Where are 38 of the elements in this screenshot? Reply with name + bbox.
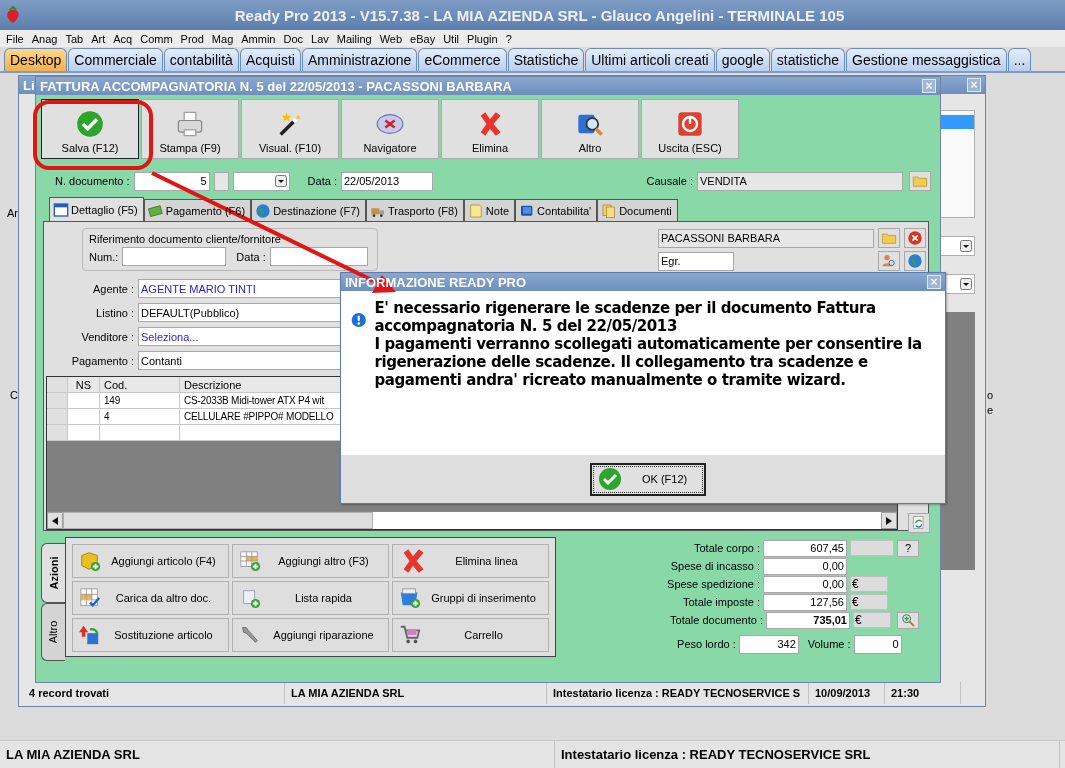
field-label: Causale :	[646, 175, 693, 187]
total-label: Spese spedizione :	[667, 578, 760, 590]
total-label: Totale imposte :	[682, 596, 760, 608]
total-label: Totale corpo :	[693, 542, 760, 554]
total-field: 607,45	[763, 539, 847, 557]
window-title: FATTURA ACCOMPAGNATORIA N. 5 del 22/05/2013 - PACASSONI BARBARA	[40, 78, 512, 94]
field-label: Venditore :	[80, 330, 134, 343]
table-cell: 149	[100, 393, 180, 408]
field-label: Num.:	[89, 250, 119, 263]
volume-field: 0	[853, 634, 902, 654]
currency-symbol: €	[850, 576, 888, 592]
field-label: Listino :	[95, 306, 134, 319]
field-label: Data :	[307, 175, 337, 187]
currency-symbol: €	[850, 594, 888, 610]
total-field: 0,00	[763, 557, 847, 575]
app-title: Ready Pro 2013 - V15.7.38 - LA MIA AZIENDA SRL - Glauco Angelini - TERMINALE 105	[233, 6, 846, 24]
window-title: Li	[23, 77, 35, 93]
total-field: 127,56	[763, 593, 847, 611]
field-label: Data :	[236, 250, 266, 263]
total-field: 735,01	[766, 611, 850, 629]
partial-text: o	[987, 389, 994, 401]
field-label: N. documento :	[55, 175, 130, 187]
partial-text: C	[10, 389, 18, 401]
total-field: 0,00	[763, 575, 847, 593]
total-label: Totale documento :	[670, 614, 763, 626]
status-text: LA MIA AZIENDA SRL	[0, 741, 555, 768]
field-label: Pagamento :	[70, 354, 134, 367]
total-label: Volume :	[807, 638, 851, 650]
table-cell: 4	[100, 409, 180, 424]
total-label: Peso lordo :	[677, 638, 736, 650]
total-label: Spese di incasso :	[670, 560, 760, 572]
partial-text: e	[987, 404, 994, 416]
field-label: Agente :	[92, 282, 134, 295]
weight-field: 342	[738, 634, 799, 654]
partial-text: Ar	[7, 207, 18, 219]
group-legend: Riferimento documento cliente/fornitore	[89, 233, 371, 245]
status-text: Intestatario licenza : READY TECNOSERVICE SRL	[555, 741, 1060, 768]
currency-symbol: €	[853, 612, 891, 628]
